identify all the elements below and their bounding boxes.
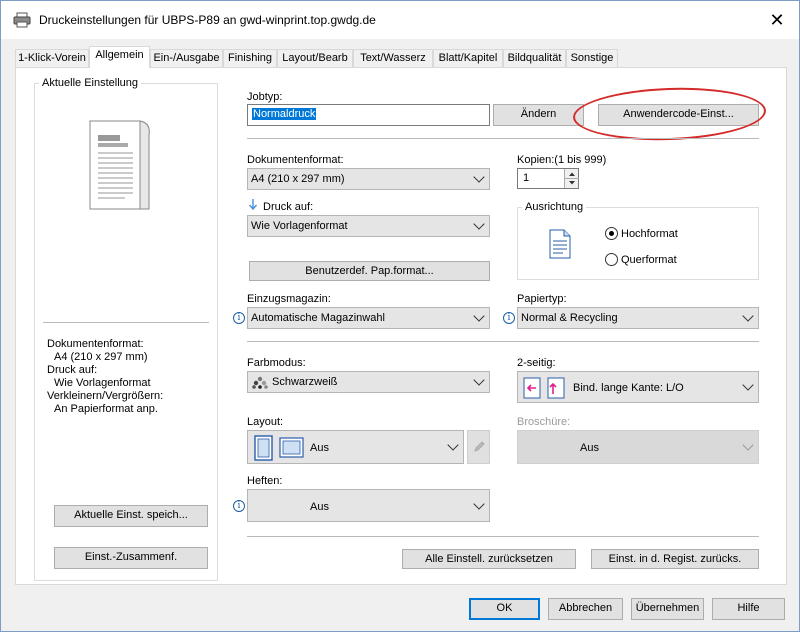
document-preview-icon: [89, 120, 150, 210]
copies-spinner[interactable]: [564, 169, 579, 188]
divider-1: [247, 138, 759, 139]
cancel-button[interactable]: Abbrechen: [548, 598, 623, 620]
doc-format-select[interactable]: A4 (210 x 297 mm): [247, 168, 490, 190]
color-mode-value: Schwarzweiß: [272, 376, 338, 388]
summary-scale-value: An Papierformat anp.: [54, 403, 158, 415]
chevron-down-icon: [473, 310, 485, 322]
grayscale-dots-icon: [252, 376, 268, 389]
summary-print-on-label: Druck auf:: [47, 364, 98, 376]
change-jobtype-button[interactable]: Ändern: [493, 104, 584, 126]
summary-format-value: A4 (210 x 297 mm): [54, 351, 148, 363]
tab-layout-bearb[interactable]: Layout/Bearb: [277, 49, 353, 68]
tab-finishing[interactable]: Finishing: [223, 49, 277, 68]
paper-type-value: Normal & Recycling: [521, 312, 618, 324]
printer-icon: [13, 12, 31, 28]
landscape-label: Querformat: [621, 254, 677, 266]
left-divider: [43, 322, 209, 323]
print-on-value: Wie Vorlagenformat: [251, 220, 348, 232]
current-settings-title: Aktuelle Einstellung: [39, 77, 142, 89]
info-icon[interactable]: i: [503, 312, 515, 324]
chevron-down-icon: [742, 379, 754, 391]
portrait-radio[interactable]: [605, 227, 618, 240]
reset-all-settings-button[interactable]: Alle Einstell. zurücksetzen: [402, 549, 576, 569]
booklet-label: Broschüre:: [517, 416, 571, 428]
doc-format-value: A4 (210 x 297 mm): [251, 173, 345, 185]
staple-value: Aus: [310, 501, 329, 513]
summary-format-label: Dokumentenformat:: [47, 338, 144, 350]
tab-ein-ausgabe[interactable]: Ein-/Ausgabe: [150, 49, 223, 68]
tab-1-klick[interactable]: 1-Klick-Vorein: [15, 49, 89, 68]
print-settings-dialog: Druckeinstellungen für UBPS-P89 an gwd-w…: [0, 0, 800, 632]
pencil-icon: [474, 441, 485, 452]
doc-format-label: Dokumentenformat:: [247, 154, 344, 166]
reset-registry-settings-button[interactable]: Einst. in d. Regist. zurücks.: [591, 549, 759, 569]
window-title: Druckeinstellungen für UBPS-P89 an gwd-w…: [39, 13, 376, 27]
paper-type-label: Papiertyp:: [517, 293, 567, 305]
layout-value: Aus: [310, 442, 329, 454]
spin-arrows-icon: [565, 172, 579, 185]
title-bar: Druckeinstellungen für UBPS-P89 an gwd-w…: [1, 1, 799, 39]
jobtype-label: Jobtyp:: [247, 91, 283, 103]
custom-paper-format-button[interactable]: Benutzerdef. Pap.format...: [249, 261, 490, 281]
tab-sonstige[interactable]: Sonstige: [566, 49, 618, 68]
orientation-title: Ausrichtung: [522, 201, 587, 213]
landscape-radio[interactable]: [605, 253, 618, 266]
jobtype-value: Normaldruck: [252, 108, 317, 120]
chevron-down-icon: [473, 497, 485, 510]
chevron-down-icon: [742, 310, 754, 322]
ok-button[interactable]: OK: [469, 598, 540, 620]
copies-value: 1: [523, 172, 530, 184]
summary-scale-label: Verkleinern/Vergrößern:: [47, 390, 164, 402]
print-on-select[interactable]: Wie Vorlagenformat: [247, 215, 490, 237]
duplex-value: Bind. lange Kante: L/O: [573, 382, 684, 394]
layout-edit-button[interactable]: [467, 430, 490, 464]
close-icon[interactable]: ✕: [761, 7, 793, 33]
tab-blatt-kapitel[interactable]: Blatt/Kapitel: [433, 49, 503, 68]
color-mode-select[interactable]: Schwarzweiß: [247, 371, 490, 393]
duplex-select[interactable]: Bind. lange Kante: L/O: [517, 371, 759, 403]
jobtype-field[interactable]: Normaldruck: [247, 104, 490, 126]
tab-bildqualitaet[interactable]: Bildqualität: [503, 49, 566, 68]
chevron-down-icon: [447, 439, 459, 451]
tab-text-wasserz[interactable]: Text/Wasserz: [353, 49, 433, 68]
duplex-long-edge-icon: [523, 377, 565, 399]
portrait-label: Hochformat: [621, 228, 678, 240]
input-tray-value: Automatische Magazinwahl: [251, 312, 385, 324]
arrow-down-icon: [248, 199, 258, 211]
divider-2: [247, 341, 759, 342]
input-tray-label: Einzugsmagazin:: [247, 293, 331, 305]
help-button[interactable]: Hilfe: [712, 598, 785, 620]
chevron-down-icon: [742, 439, 754, 451]
chevron-down-icon: [473, 171, 485, 183]
staple-label: Heften:: [247, 475, 283, 487]
divider-3: [247, 536, 759, 537]
info-icon[interactable]: i: [233, 500, 245, 512]
portrait-page-icon: [549, 229, 571, 259]
chevron-down-icon: [473, 218, 485, 230]
color-mode-label: Farbmodus:: [247, 357, 306, 369]
copies-field[interactable]: 1: [517, 168, 579, 189]
summary-print-on-value: Wie Vorlagenformat: [54, 377, 151, 389]
info-icon[interactable]: i: [233, 312, 245, 324]
chevron-down-icon: [473, 374, 485, 386]
staple-select[interactable]: Aus: [247, 489, 490, 522]
duplex-label: 2-seitig:: [517, 357, 556, 369]
copies-label: Kopien:(1 bis 999): [517, 154, 607, 166]
layout-label: Layout:: [247, 416, 284, 428]
apply-button[interactable]: Übernehmen: [631, 598, 704, 620]
booklet-select[interactable]: Aus: [517, 430, 759, 464]
paper-type-select[interactable]: Normal & Recycling: [517, 307, 759, 329]
layout-pages-icon: [254, 435, 304, 461]
input-tray-select[interactable]: Automatische Magazinwahl: [247, 307, 490, 329]
tab-allgemein[interactable]: Allgemein: [89, 46, 150, 68]
settings-summary-button[interactable]: Einst.-Zusammenf.: [54, 547, 208, 569]
booklet-value: Aus: [580, 442, 599, 454]
print-on-label: Druck auf:: [263, 201, 314, 213]
save-current-settings-button[interactable]: Aktuelle Einst. speich...: [54, 505, 208, 527]
layout-select[interactable]: Aus: [247, 430, 464, 464]
